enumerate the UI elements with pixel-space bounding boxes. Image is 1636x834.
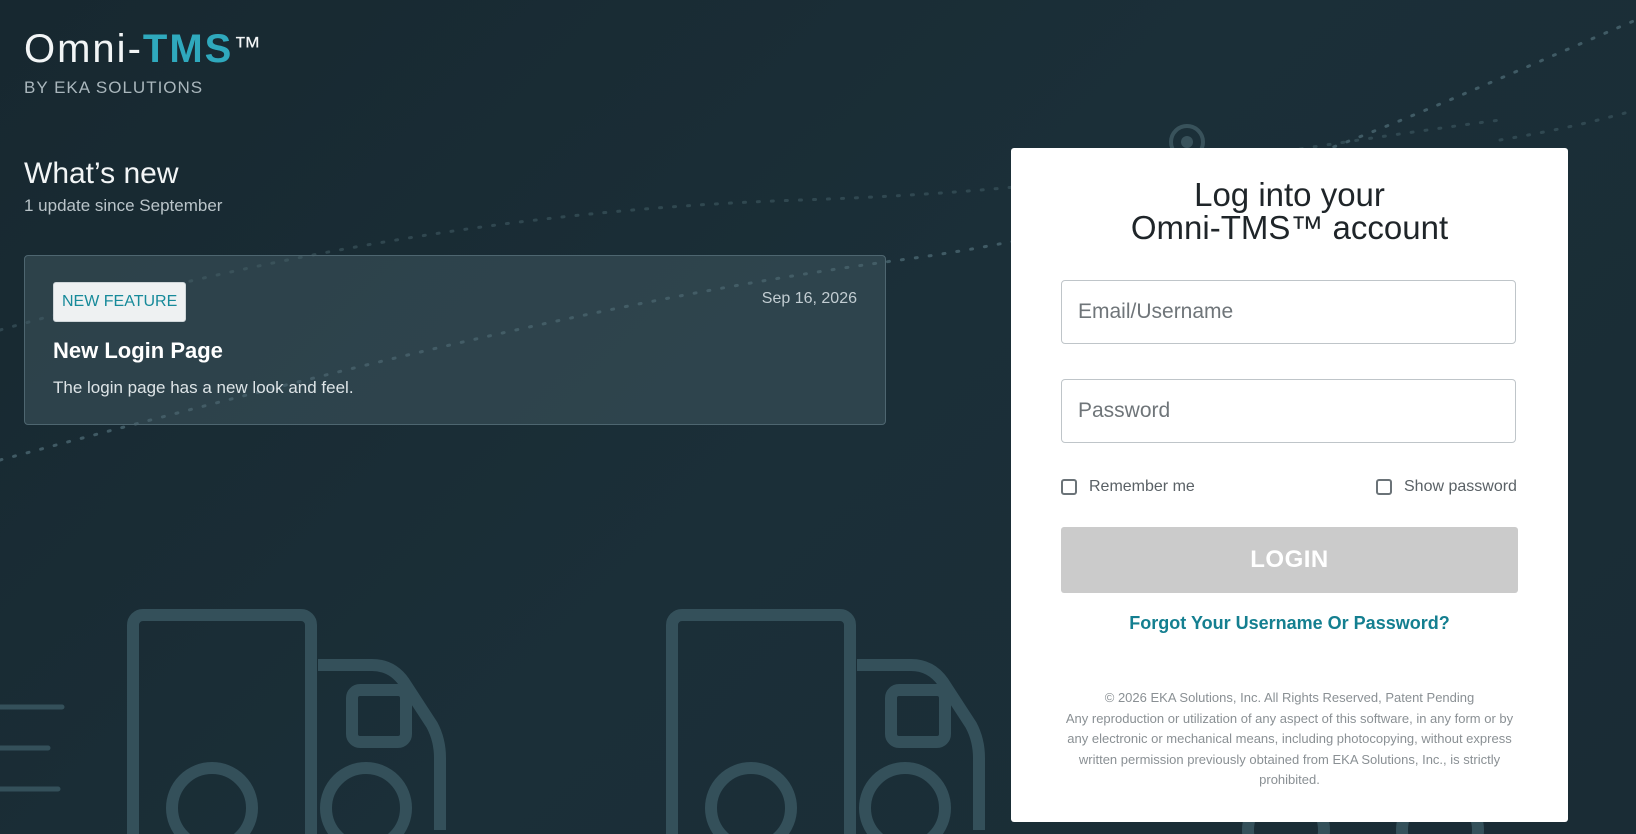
login-button[interactable]: LOGIN xyxy=(1061,527,1518,593)
route-line xyxy=(1498,108,1636,142)
whats-new-header: What’s new 1 update since September xyxy=(24,156,222,216)
login-heading-line2: Omni-TMS™ account xyxy=(1130,209,1449,246)
remember-me-label[interactable]: Remember me xyxy=(1089,478,1195,496)
update-date: Sep 16, 2026 xyxy=(761,290,857,307)
brand-name-prefix: Omni- xyxy=(24,27,143,71)
brand-title: Omni-TMS™ xyxy=(24,26,263,72)
show-password-checkbox[interactable] xyxy=(1376,479,1392,495)
legal-notice: © 2026 EKA Solutions, Inc. All Rights Re… xyxy=(1061,688,1518,791)
truck-icon xyxy=(666,609,985,834)
login-heading-line1: Log into your xyxy=(1194,176,1385,213)
update-card: NEW FEATURE Sep 16, 2026 New Login Page … xyxy=(24,255,886,425)
legal-text: Any reproduction or utilization of any a… xyxy=(1065,710,1514,788)
show-password-label[interactable]: Show password xyxy=(1404,478,1517,496)
truck-icon xyxy=(127,609,446,834)
whats-new-subtitle: 1 update since September xyxy=(24,196,223,215)
remember-me-checkbox[interactable] xyxy=(1061,479,1077,495)
copyright-text: © 2026 EKA Solutions, Inc. All Rights Re… xyxy=(1104,690,1475,705)
remember-me-option[interactable]: Remember me xyxy=(1061,475,1195,499)
brand-trademark: ™ xyxy=(233,31,264,62)
speed-lines xyxy=(0,704,65,792)
email-username-input[interactable] xyxy=(1061,280,1516,344)
brand-byline: BY EKA SOLUTIONS xyxy=(24,78,204,97)
show-password-option[interactable]: Show password xyxy=(1376,475,1517,499)
login-heading: Log into your Omni-TMS™ account xyxy=(1011,178,1568,244)
update-description: The login page has a new look and feel. xyxy=(53,378,354,397)
update-title: New Login Page xyxy=(53,338,223,363)
new-feature-badge: NEW FEATURE xyxy=(53,282,187,322)
brand-name-accent: TMS xyxy=(142,27,234,71)
whats-new-title: What’s new xyxy=(24,157,179,190)
password-input[interactable] xyxy=(1061,379,1516,443)
forgot-credentials-link[interactable]: Forgot Your Username Or Password? xyxy=(1011,613,1568,634)
login-panel: Log into your Omni-TMS™ account Remember… xyxy=(1011,148,1568,822)
brand-logo: Omni-TMS™ BY EKA SOLUTIONS xyxy=(24,26,263,98)
